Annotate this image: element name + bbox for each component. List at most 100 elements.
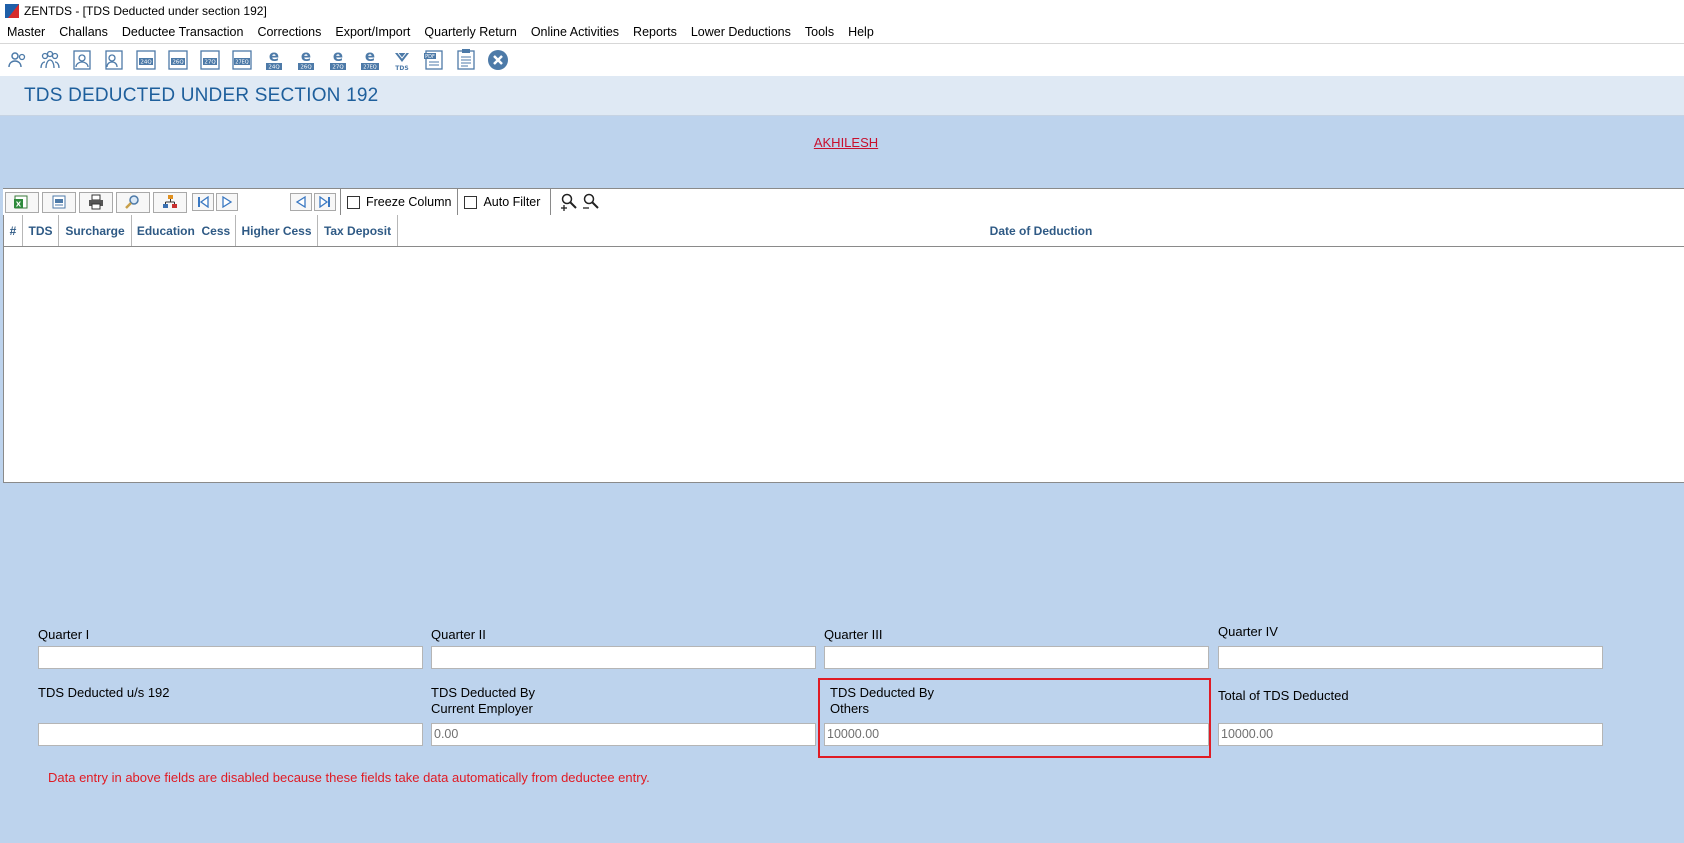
title-bar: ZENTDS - [TDS Deducted under section 192… (0, 0, 1684, 22)
form-27q-badge: 27Q (204, 60, 216, 66)
main-toolbar: 24Q 26Q 27Q 27EQ e 24Q e 26Q e 27Q e 27EQ TD… (0, 44, 1684, 76)
form-27eq-badge: 27EQ (235, 60, 249, 66)
excel-icon: X (14, 195, 28, 209)
deductees-group-icon[interactable] (38, 48, 62, 72)
e-24q-icon[interactable]: e 24Q (262, 48, 286, 72)
freeze-column-checkbox[interactable] (347, 195, 360, 209)
menu-deductee-transaction[interactable]: Deductee Transaction (115, 22, 251, 43)
close-circle-icon[interactable] (486, 48, 510, 72)
quarter-2-input[interactable] (431, 646, 816, 669)
play-icon (222, 196, 233, 208)
menu-export-import[interactable]: Export/Import (328, 22, 417, 43)
auto-filter-toggle[interactable]: Auto Filter (457, 189, 552, 215)
disabled-fields-note: Data entry in above fields are disabled … (48, 770, 650, 785)
e-27eq-icon[interactable]: e 27EQ (358, 48, 382, 72)
form-24q-badge: 24Q (140, 60, 152, 66)
form-26q-icon[interactable]: 26Q (166, 48, 190, 72)
deductee-icon[interactable] (6, 48, 30, 72)
menu-master[interactable]: Master (0, 22, 52, 43)
menu-quarterly-return[interactable]: Quarterly Return (417, 22, 523, 43)
zoom-out-icon[interactable] (581, 190, 601, 214)
quarter-3-input[interactable] (824, 646, 1209, 669)
total-tds-label: Total of TDS Deducted (1218, 688, 1349, 703)
col-tds[interactable]: TDS (23, 215, 59, 246)
previous-record-button[interactable] (290, 193, 312, 211)
current-employer-label-line2: Current Employer (431, 701, 533, 716)
form-26q-badge: 26Q (172, 60, 184, 66)
col-row-number[interactable]: # (4, 215, 23, 246)
auto-filter-label: Auto Filter (483, 195, 541, 209)
quarter-4-input[interactable] (1218, 646, 1603, 669)
menu-online-activities[interactable]: Online Activities (524, 22, 626, 43)
print-button[interactable] (79, 191, 113, 213)
last-icon (319, 196, 330, 208)
tds-badge: TDS (395, 65, 408, 72)
col-tax-deposit[interactable]: Tax Deposit (318, 215, 398, 246)
page-title: TDS DEDUCTED UNDER SECTION 192 (24, 85, 379, 106)
svg-text:e: e (269, 48, 279, 65)
export-excel-button[interactable]: X (5, 191, 39, 213)
next-record-button[interactable] (216, 193, 238, 211)
e-24q-badge: 24Q (268, 65, 280, 71)
zoom-in-icon[interactable] (559, 190, 579, 214)
e-26q-badge: 26Q (300, 65, 312, 71)
auto-filter-checkbox[interactable] (464, 195, 478, 209)
tds-192-input[interactable] (38, 723, 423, 746)
quarter-1-input[interactable] (38, 646, 423, 669)
col-date-of-deduction[interactable]: Date of Deduction (398, 215, 1684, 246)
menu-lower-deductions[interactable]: Lower Deductions (684, 22, 798, 43)
e-27q-icon[interactable]: e 27Q (326, 48, 350, 72)
current-employer-label: TDS Deducted By Current Employer (431, 685, 535, 717)
pdf-badge: PDF (425, 54, 435, 60)
hierarchy-icon (163, 195, 177, 208)
freeze-column-toggle[interactable]: Freeze Column (340, 189, 457, 215)
window-title: ZENTDS - [TDS Deducted under section 192… (24, 4, 267, 18)
first-icon (198, 196, 209, 208)
hierarchy-button[interactable] (153, 191, 187, 213)
file-export-icon (52, 195, 66, 209)
back-icon (295, 196, 306, 208)
current-employer-input[interactable]: 0.00 (431, 723, 816, 746)
svg-text:X: X (16, 201, 22, 209)
col-education-cess[interactable]: Education Cess (132, 215, 236, 246)
menu-tools[interactable]: Tools (798, 22, 841, 43)
others-highlight-box (818, 678, 1211, 758)
quarter-2-label: Quarter II (431, 627, 486, 642)
report-icon[interactable] (454, 48, 478, 72)
deductee-name-link[interactable]: AKHILESH (0, 135, 1684, 150)
quarter-4-label: Quarter IV (1218, 624, 1278, 639)
tds-data-grid[interactable]: # TDS Surcharge Education Cess Higher Ce… (3, 215, 1684, 483)
tds-icon[interactable]: TDS (390, 48, 414, 72)
menu-reports[interactable]: Reports (626, 22, 684, 43)
menu-help[interactable]: Help (841, 22, 881, 43)
header-band: TDS DEDUCTED UNDER SECTION 192 (0, 76, 1684, 116)
grid-toolbar: X Freeze Column Auto Filter (3, 188, 1684, 216)
total-tds-input[interactable]: 10000.00 (1218, 723, 1603, 746)
e-26q-icon[interactable]: e 26Q (294, 48, 318, 72)
magnifier-icon (125, 195, 139, 209)
pdf-icon[interactable]: PDF (422, 48, 446, 72)
tds-192-label: TDS Deducted u/s 192 (38, 685, 170, 700)
menu-corrections[interactable]: Corrections (250, 22, 328, 43)
e-27eq-badge: 27EQ (363, 65, 377, 71)
form-27eq-icon[interactable]: 27EQ (230, 48, 254, 72)
col-higher-cess[interactable]: Higher Cess (236, 215, 318, 246)
svg-text:e: e (301, 48, 311, 65)
last-record-button[interactable] (314, 193, 336, 211)
export-file-button[interactable] (42, 191, 76, 213)
printer-icon (89, 194, 103, 210)
e-27q-badge: 27Q (332, 65, 344, 71)
app-logo-icon (5, 4, 19, 18)
col-surcharge[interactable]: Surcharge (59, 215, 132, 246)
quarter-1-label: Quarter I (38, 627, 90, 642)
employer-icon[interactable] (102, 48, 126, 72)
first-record-button[interactable] (192, 193, 214, 211)
form-27q-icon[interactable]: 27Q (198, 48, 222, 72)
menu-bar: Master Challans Deductee Transaction Cor… (0, 22, 1684, 44)
menu-challans[interactable]: Challans (52, 22, 115, 43)
search-button[interactable] (116, 191, 150, 213)
employee-icon[interactable] (70, 48, 94, 72)
form-24q-icon[interactable]: 24Q (134, 48, 158, 72)
svg-text:e: e (333, 48, 343, 65)
quarter-3-label: Quarter III (824, 627, 883, 642)
